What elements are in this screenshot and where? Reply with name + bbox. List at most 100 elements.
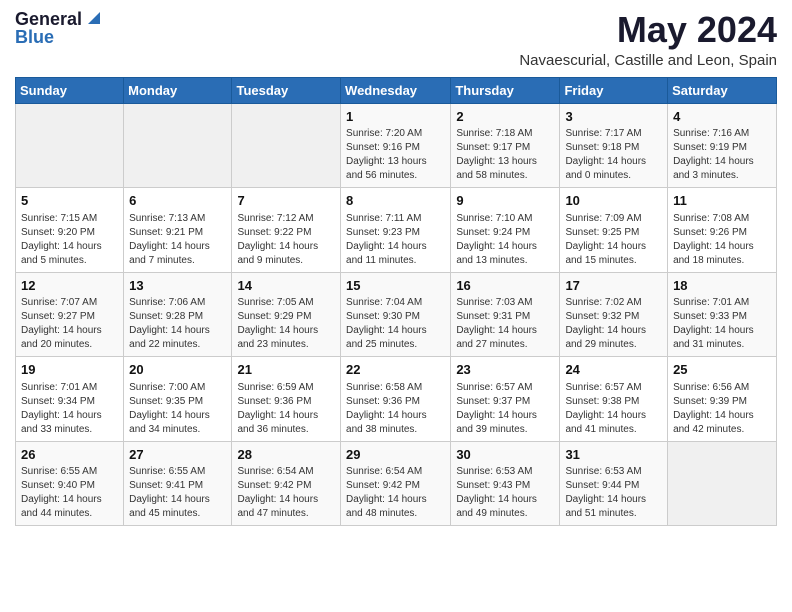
day-info: Sunrise: 7:10 AM Sunset: 9:24 PM Dayligh…	[456, 212, 554, 268]
day-number: 27	[129, 446, 226, 464]
calendar-cell: 30Sunrise: 6:53 AM Sunset: 9:43 PM Dayli…	[451, 441, 560, 526]
day-number: 17	[565, 277, 662, 295]
logo-general-text: General	[15, 10, 82, 28]
calendar-cell: 1Sunrise: 7:20 AM Sunset: 9:16 PM Daylig…	[341, 103, 451, 188]
calendar-cell: 2Sunrise: 7:18 AM Sunset: 9:17 PM Daylig…	[451, 103, 560, 188]
calendar-cell: 8 Sunrise: 7:11 AM Sunset: 9:23 PM Daylig…	[341, 188, 451, 273]
col-sunday: Sunday	[16, 77, 124, 103]
day-number: 25	[673, 361, 771, 379]
calendar-cell: 14Sunrise: 7:05 AM Sunset: 9:29 PM Dayli…	[232, 272, 341, 357]
day-info: Sunrise: 6:55 AM Sunset: 9:40 PM Dayligh…	[21, 465, 118, 521]
day-number: 13	[129, 277, 226, 295]
calendar-cell	[16, 103, 124, 188]
calendar-cell: 31Sunrise: 6:53 AM Sunset: 9:44 PM Dayli…	[560, 441, 668, 526]
day-number: 21	[237, 361, 335, 379]
calendar-page: General Blue May 2024 Navaescurial, Cast…	[0, 0, 792, 541]
day-number: 4	[673, 108, 771, 126]
calendar-cell: 17Sunrise: 7:02 AM Sunset: 9:32 PM Dayli…	[560, 272, 668, 357]
calendar-week-row: 19 Sunrise: 7:01 AM Sunset: 9:34 PM Dayli…	[16, 357, 777, 442]
day-info: Sunrise: 6:55 AM Sunset: 9:41 PM Dayligh…	[129, 465, 226, 521]
day-info: Sunrise: 7:04 AM Sunset: 9:30 PM Dayligh…	[346, 296, 445, 352]
calendar-cell: 15Sunrise: 7:04 AM Sunset: 9:30 PM Dayli…	[341, 272, 451, 357]
day-info: Sunrise: 6:58 AM Sunset: 9:36 PM Dayligh…	[346, 381, 445, 437]
day-number: 22	[346, 361, 445, 379]
calendar-cell	[668, 441, 777, 526]
col-thursday: Thursday	[451, 77, 560, 103]
calendar-cell	[232, 103, 341, 188]
day-info: Sunrise: 7:00 AM Sunset: 9:35 PM Dayligh…	[129, 381, 226, 437]
day-info: Sunrise: 7:09 AM Sunset: 9:25 PM Dayligh…	[565, 212, 662, 268]
calendar-cell: 28Sunrise: 6:54 AM Sunset: 9:42 PM Dayli…	[232, 441, 341, 526]
day-info: Sunrise: 7:16 AM Sunset: 9:19 PM Dayligh…	[673, 127, 771, 183]
day-number: 14	[237, 277, 335, 295]
calendar-table: Sunday Monday Tuesday Wednesday Thursday…	[15, 77, 777, 527]
day-info: Sunrise: 7:01 AM Sunset: 9:34 PM Dayligh…	[21, 381, 118, 437]
calendar-cell: 10 Sunrise: 7:09 AM Sunset: 9:25 PM Dayli…	[560, 188, 668, 273]
day-number: 10	[565, 192, 662, 210]
calendar-cell: 23Sunrise: 6:57 AM Sunset: 9:37 PM Dayli…	[451, 357, 560, 442]
day-number: 5	[21, 192, 118, 210]
calendar-header-row: Sunday Monday Tuesday Wednesday Thursday…	[16, 77, 777, 103]
calendar-cell: 29Sunrise: 6:54 AM Sunset: 9:42 PM Dayli…	[341, 441, 451, 526]
calendar-cell: 16Sunrise: 7:03 AM Sunset: 9:31 PM Dayli…	[451, 272, 560, 357]
day-number: 2	[456, 108, 554, 126]
calendar-cell: 3Sunrise: 7:17 AM Sunset: 9:18 PM Daylig…	[560, 103, 668, 188]
day-info: Sunrise: 6:57 AM Sunset: 9:37 PM Dayligh…	[456, 381, 554, 437]
day-number: 9	[456, 192, 554, 210]
day-info: Sunrise: 7:18 AM Sunset: 9:17 PM Dayligh…	[456, 127, 554, 183]
calendar-cell: 19 Sunrise: 7:01 AM Sunset: 9:34 PM Dayli…	[16, 357, 124, 442]
calendar-cell: 27Sunrise: 6:55 AM Sunset: 9:41 PM Dayli…	[124, 441, 232, 526]
calendar-cell: 24Sunrise: 6:57 AM Sunset: 9:38 PM Dayli…	[560, 357, 668, 442]
day-number: 18	[673, 277, 771, 295]
calendar-cell: 12Sunrise: 7:07 AM Sunset: 9:27 PM Dayli…	[16, 272, 124, 357]
day-number: 26	[21, 446, 118, 464]
day-info: Sunrise: 7:07 AM Sunset: 9:27 PM Dayligh…	[21, 296, 118, 352]
col-wednesday: Wednesday	[341, 77, 451, 103]
calendar-cell: 26Sunrise: 6:55 AM Sunset: 9:40 PM Dayli…	[16, 441, 124, 526]
calendar-cell	[124, 103, 232, 188]
main-title: May 2024	[519, 10, 777, 50]
day-info: Sunrise: 6:56 AM Sunset: 9:39 PM Dayligh…	[673, 381, 771, 437]
day-info: Sunrise: 7:08 AM Sunset: 9:26 PM Dayligh…	[673, 212, 771, 268]
calendar-cell: 13Sunrise: 7:06 AM Sunset: 9:28 PM Dayli…	[124, 272, 232, 357]
calendar-week-row: 26Sunrise: 6:55 AM Sunset: 9:40 PM Dayli…	[16, 441, 777, 526]
calendar-cell: 6 Sunrise: 7:13 AM Sunset: 9:21 PM Daylig…	[124, 188, 232, 273]
day-info: Sunrise: 7:15 AM Sunset: 9:20 PM Dayligh…	[21, 212, 118, 268]
day-info: Sunrise: 6:57 AM Sunset: 9:38 PM Dayligh…	[565, 381, 662, 437]
day-number: 7	[237, 192, 335, 210]
day-number: 12	[21, 277, 118, 295]
day-number: 19	[21, 361, 118, 379]
calendar-week-row: 12Sunrise: 7:07 AM Sunset: 9:27 PM Dayli…	[16, 272, 777, 357]
col-saturday: Saturday	[668, 77, 777, 103]
day-number: 6	[129, 192, 226, 210]
calendar-cell: 18Sunrise: 7:01 AM Sunset: 9:33 PM Dayli…	[668, 272, 777, 357]
day-number: 3	[565, 108, 662, 126]
calendar-cell: 4Sunrise: 7:16 AM Sunset: 9:19 PM Daylig…	[668, 103, 777, 188]
day-info: Sunrise: 6:59 AM Sunset: 9:36 PM Dayligh…	[237, 381, 335, 437]
logo-blue-text: Blue	[15, 28, 54, 46]
day-number: 31	[565, 446, 662, 464]
title-block: May 2024 Navaescurial, Castille and Leon…	[519, 10, 777, 69]
day-number: 16	[456, 277, 554, 295]
calendar-cell: 11Sunrise: 7:08 AM Sunset: 9:26 PM Dayli…	[668, 188, 777, 273]
day-info: Sunrise: 6:53 AM Sunset: 9:44 PM Dayligh…	[565, 465, 662, 521]
logo-triangle-icon	[84, 10, 100, 26]
calendar-cell: 9 Sunrise: 7:10 AM Sunset: 9:24 PM Daylig…	[451, 188, 560, 273]
col-tuesday: Tuesday	[232, 77, 341, 103]
day-number: 30	[456, 446, 554, 464]
calendar-cell: 5 Sunrise: 7:15 AM Sunset: 9:20 PM Daylig…	[16, 188, 124, 273]
day-number: 28	[237, 446, 335, 464]
day-number: 1	[346, 108, 445, 126]
day-info: Sunrise: 7:13 AM Sunset: 9:21 PM Dayligh…	[129, 212, 226, 268]
calendar-cell: 25 Sunrise: 6:56 AM Sunset: 9:39 PM Dayli…	[668, 357, 777, 442]
day-info: Sunrise: 7:11 AM Sunset: 9:23 PM Dayligh…	[346, 212, 445, 268]
col-monday: Monday	[124, 77, 232, 103]
day-info: Sunrise: 6:53 AM Sunset: 9:43 PM Dayligh…	[456, 465, 554, 521]
day-number: 29	[346, 446, 445, 464]
calendar-week-row: 5 Sunrise: 7:15 AM Sunset: 9:20 PM Daylig…	[16, 188, 777, 273]
calendar-week-row: 1Sunrise: 7:20 AM Sunset: 9:16 PM Daylig…	[16, 103, 777, 188]
day-info: Sunrise: 7:03 AM Sunset: 9:31 PM Dayligh…	[456, 296, 554, 352]
day-info: Sunrise: 7:02 AM Sunset: 9:32 PM Dayligh…	[565, 296, 662, 352]
day-number: 8	[346, 192, 445, 210]
day-info: Sunrise: 7:06 AM Sunset: 9:28 PM Dayligh…	[129, 296, 226, 352]
